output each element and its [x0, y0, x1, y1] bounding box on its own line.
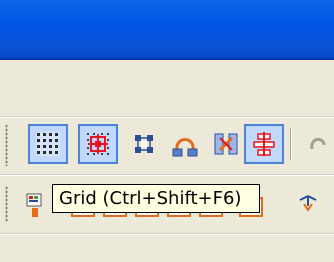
toolbar-grip[interactable]	[5, 124, 8, 166]
snap-to-grid-button[interactable]	[78, 124, 118, 164]
toolbar-empty	[0, 235, 334, 262]
select-node-icon	[131, 131, 157, 157]
toolbar-overflow-button[interactable]	[300, 124, 334, 164]
toolbar-separator	[290, 128, 292, 160]
link-button[interactable]	[298, 190, 328, 220]
menu-area	[0, 60, 334, 116]
partial-icon	[308, 131, 326, 157]
properties-button[interactable]	[24, 190, 54, 220]
reconnect-button[interactable]	[206, 124, 246, 164]
grid-button[interactable]	[28, 124, 68, 164]
grid-icon	[35, 131, 61, 157]
reconnect-icon	[212, 130, 240, 158]
window-title-bar[interactable]	[0, 0, 334, 60]
properties-icon	[24, 190, 54, 220]
link-icon	[298, 190, 328, 220]
align-icon	[251, 131, 277, 157]
connector-icon	[171, 130, 199, 158]
tooltip: Grid (Ctrl+Shift+F6)	[52, 184, 260, 213]
snap-to-grid-icon	[85, 131, 111, 157]
select-node-button[interactable]	[124, 124, 164, 164]
toolbar-grip[interactable]	[5, 186, 8, 222]
align-button[interactable]	[244, 124, 284, 164]
connector-button[interactable]	[165, 124, 205, 164]
